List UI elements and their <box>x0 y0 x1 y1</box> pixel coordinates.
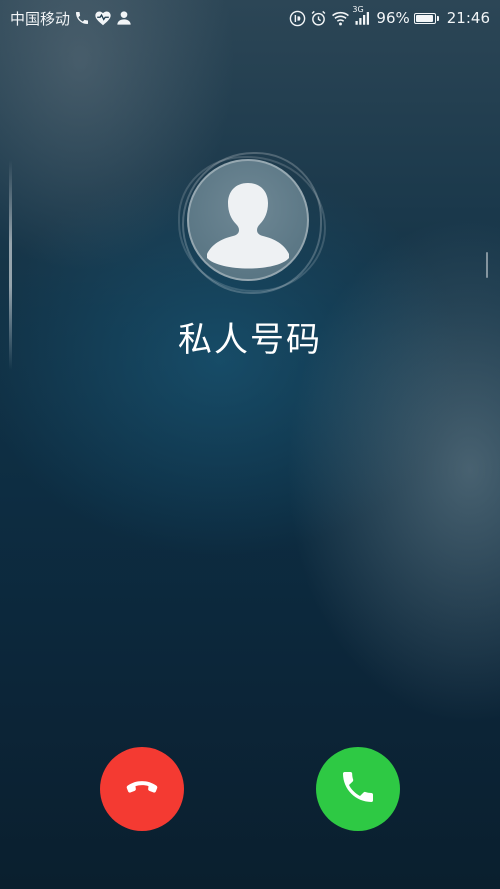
caller-name: 私人号码 <box>178 320 322 360</box>
status-bar: 中国移动 3G 96% 21:46 <box>0 0 500 36</box>
hang-up-icon <box>122 767 162 811</box>
default-avatar-icon <box>187 159 309 281</box>
decline-call-button[interactable] <box>100 747 184 831</box>
battery-level-fill <box>416 14 434 22</box>
answer-call-button[interactable] <box>316 747 400 831</box>
heart-rate-icon <box>94 10 112 26</box>
signal-icon: 3G <box>352 5 372 26</box>
battery-icon <box>413 12 439 24</box>
person-icon <box>116 10 132 26</box>
status-bar-right: 3G 96% 21:46 <box>289 5 490 27</box>
clock: 21:46 <box>446 9 490 27</box>
carrier-label: 中国移动 <box>10 9 71 28</box>
battery-percent-label: 96% <box>376 9 410 27</box>
alarm-icon <box>310 10 327 27</box>
wifi-icon <box>331 10 350 26</box>
hd-call-icon <box>289 10 306 27</box>
edge-glow-right <box>486 252 488 278</box>
status-bar-left: 中国移动 <box>10 8 132 29</box>
phone-call-icon <box>74 10 90 26</box>
network-type-label: 3G <box>352 5 364 14</box>
phone-answer-icon <box>338 767 378 811</box>
caller-avatar-group <box>176 150 328 300</box>
